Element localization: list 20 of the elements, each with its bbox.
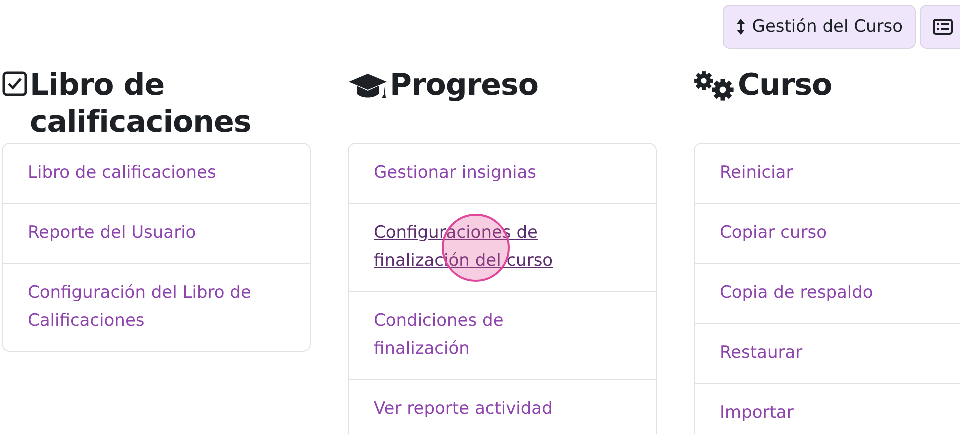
- section-title: Progreso: [390, 67, 538, 104]
- section-title: Curso: [738, 67, 832, 104]
- list-icon: [933, 19, 953, 35]
- menu-link[interactable]: Reiniciar: [720, 159, 947, 187]
- menu-link[interactable]: Copia de respaldo: [720, 279, 947, 307]
- menu-link[interactable]: Configuración del Libro de Calificaciones: [28, 279, 255, 335]
- menu-link[interactable]: Reporte del Usuario: [28, 219, 255, 247]
- menu-link[interactable]: Importar: [720, 399, 947, 427]
- menu-link[interactable]: Ver reporte actividad: [374, 395, 601, 423]
- menu-link[interactable]: Libro de calificaciones: [28, 159, 255, 187]
- sort-arrows-icon: [736, 18, 746, 36]
- menu-link[interactable]: Gestionar insignias: [374, 159, 601, 187]
- course-menu-button[interactable]: Gestión del Curso: [723, 5, 916, 49]
- menu-link[interactable]: Restaurar: [720, 339, 947, 367]
- graduation-cap-icon: [348, 71, 388, 101]
- menu-link[interactable]: Copiar curso: [720, 219, 947, 247]
- menu-link[interactable]: Condiciones de finalización: [374, 307, 601, 363]
- section-title: Libro de calificaciones: [30, 67, 252, 141]
- gears-icon: [694, 71, 736, 101]
- checkbox-icon: [2, 71, 28, 97]
